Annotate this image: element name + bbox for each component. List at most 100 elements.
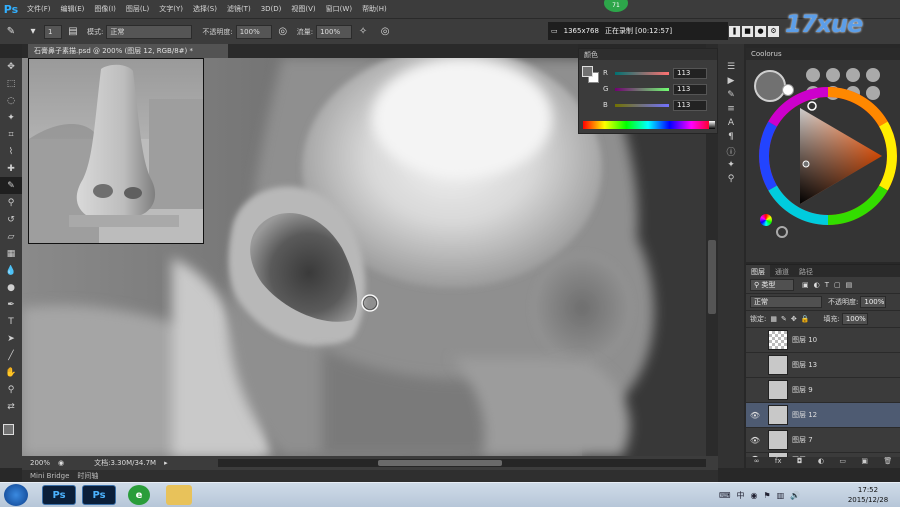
green-slider[interactable]	[615, 87, 669, 91]
line-tool-icon[interactable]: ╱	[0, 347, 22, 364]
new-layer-icon[interactable]: ▣	[861, 457, 868, 468]
lasso-tool-icon[interactable]: ◌	[0, 92, 22, 109]
tray-app-icon[interactable]: ◉	[751, 491, 758, 500]
taskbar-photoshop-icon[interactable]: Ps	[82, 485, 116, 505]
taskbar-browser-icon[interactable]: e	[128, 485, 150, 505]
menu-edit[interactable]: 编辑(E)	[56, 4, 90, 14]
properties-panel-icon[interactable]: ≡	[718, 102, 744, 116]
airbrush-icon[interactable]: ✧	[356, 25, 370, 39]
recorder-stop-icon[interactable]: ■	[742, 25, 753, 37]
flow-input[interactable]: 100%	[316, 24, 353, 39]
menu-view[interactable]: 视图(V)	[286, 4, 320, 14]
foreground-color-swatch[interactable]	[3, 424, 14, 435]
mode-select[interactable]: 正常	[106, 24, 193, 39]
marquee-tool-icon[interactable]: ⬚	[0, 75, 22, 92]
gradient-tool-icon[interactable]: ▦	[0, 245, 22, 262]
start-button[interactable]	[4, 484, 28, 506]
blend-mode-select[interactable]: 正常	[750, 296, 822, 308]
brush-tool-icon[interactable]: ✎	[0, 177, 22, 194]
filter-pixel-icon[interactable]: ▣	[802, 281, 809, 289]
opacity-input[interactable]: 100%	[235, 24, 272, 39]
eye-icon[interactable]: 👁	[746, 411, 764, 420]
taskbar-photoshop-icon[interactable]: Ps	[42, 485, 76, 505]
layer-row[interactable]: 图层 13	[746, 353, 900, 378]
layer-row-selected[interactable]: 👁 图层 12	[746, 403, 900, 428]
menu-select[interactable]: 选择(S)	[188, 4, 222, 14]
color-panel-title[interactable]: 颜色	[579, 49, 717, 60]
actions-panel-icon[interactable]: ▶	[718, 74, 744, 88]
blue-value-input[interactable]: 113	[673, 99, 707, 111]
paragraph-panel-icon[interactable]: ¶	[718, 130, 744, 144]
filter-adjust-icon[interactable]: ◐	[814, 281, 820, 289]
keyboard-icon[interactable]: ⌨	[719, 491, 731, 500]
history-panel-icon[interactable]: ☰	[718, 60, 744, 74]
brush-tool-icon[interactable]: ✎	[4, 25, 18, 39]
doc-size-info[interactable]: 文档:3.30M/34.7M	[94, 458, 156, 468]
brush-panel-icon[interactable]: ▤	[66, 25, 80, 39]
taskbar-folder-icon[interactable]	[166, 485, 192, 505]
recorder-camera-icon[interactable]: ●	[755, 25, 766, 37]
recorder-pause-icon[interactable]: ❚	[729, 25, 740, 37]
color-spectrum-bar[interactable]	[583, 121, 713, 129]
network-icon[interactable]: ▥	[777, 491, 785, 500]
tool-presets-icon[interactable]: ✦	[718, 158, 744, 172]
crop-tool-icon[interactable]: ⌗	[0, 126, 22, 143]
black-white-ramp[interactable]	[709, 121, 715, 129]
new-group-icon[interactable]: ▭	[839, 457, 846, 468]
visibility-toggle[interactable]	[746, 361, 764, 370]
input-method-icon[interactable]: 中	[737, 490, 745, 501]
brush-size-picker[interactable]: 1	[44, 24, 62, 39]
pressure-opacity-icon[interactable]: ◎	[276, 25, 290, 39]
preset-color-icon[interactable]	[846, 68, 860, 82]
tab-timeline[interactable]: 时间轴	[77, 471, 98, 481]
export-icon[interactable]: ◉	[58, 459, 64, 467]
red-slider[interactable]	[615, 71, 669, 75]
layer-opacity-input[interactable]: 100%	[860, 296, 887, 308]
menu-filter[interactable]: 滤镜(T)	[222, 4, 256, 14]
lock-all-icon[interactable]: 🔒	[801, 315, 810, 323]
pen-tool-icon[interactable]: ✒	[0, 296, 22, 313]
volume-icon[interactable]: 🔊	[790, 491, 800, 500]
filter-type-icon[interactable]: T	[825, 281, 829, 289]
dodge-tool-icon[interactable]: ●	[0, 279, 22, 296]
healing-tool-icon[interactable]: ✚	[0, 160, 22, 177]
layer-row[interactable]: 👁 图层 7	[746, 428, 900, 453]
recorder-settings-icon[interactable]: ⚙	[768, 25, 779, 37]
menu-window[interactable]: 窗口(W)	[321, 4, 357, 14]
visibility-toggle[interactable]	[746, 386, 764, 395]
color-panel-fg-swatch[interactable]	[582, 66, 593, 77]
delete-layer-icon[interactable]: 🗑	[883, 457, 892, 468]
color-swatches[interactable]	[3, 424, 21, 442]
clone-source-icon[interactable]: ⚲	[718, 172, 744, 186]
menu-help[interactable]: 帮助(H)	[357, 4, 392, 14]
tab-layers[interactable]: 图层	[746, 265, 770, 277]
color-wheel[interactable]	[758, 86, 898, 226]
zoom-level[interactable]: 200%	[30, 459, 50, 467]
move-tool-icon[interactable]: ✥	[0, 58, 22, 75]
hand-tool-icon[interactable]: ✋	[0, 364, 22, 381]
horizontal-scroll-thumb[interactable]	[378, 460, 502, 466]
lock-position-icon[interactable]: ✥	[791, 315, 797, 323]
lock-pixels-icon[interactable]: ✎	[781, 315, 787, 323]
eye-icon[interactable]: 👁	[746, 436, 764, 445]
preset-color-icon[interactable]	[866, 68, 880, 82]
color-mode-icon[interactable]	[760, 214, 772, 226]
menu-3d[interactable]: 3D(D)	[256, 5, 287, 13]
swap-colors-icon[interactable]: ⇄	[0, 398, 22, 415]
eraser-tool-icon[interactable]: ▱	[0, 228, 22, 245]
tab-channels[interactable]: 通道	[770, 265, 794, 277]
layer-style-icon[interactable]: fx	[775, 457, 782, 468]
tab-mini-bridge[interactable]: Mini Bridge	[30, 472, 69, 480]
link-layers-icon[interactable]: ∞	[754, 457, 760, 468]
lock-transparent-icon[interactable]: ▦	[770, 315, 777, 323]
vertical-scroll-thumb[interactable]	[708, 240, 716, 314]
type-tool-icon[interactable]: T	[0, 313, 22, 330]
info-panel-icon[interactable]: ⓘ	[718, 144, 744, 158]
preset-color-icon[interactable]	[826, 68, 840, 82]
horizontal-scrollbar[interactable]	[218, 459, 706, 467]
brush-presets-icon[interactable]: ✎	[718, 88, 744, 102]
red-value-input[interactable]: 113	[673, 67, 707, 79]
preset-color-icon[interactable]	[806, 68, 820, 82]
stamp-tool-icon[interactable]: ⚲	[0, 194, 22, 211]
zoom-tool-icon[interactable]: ⚲	[0, 381, 22, 398]
